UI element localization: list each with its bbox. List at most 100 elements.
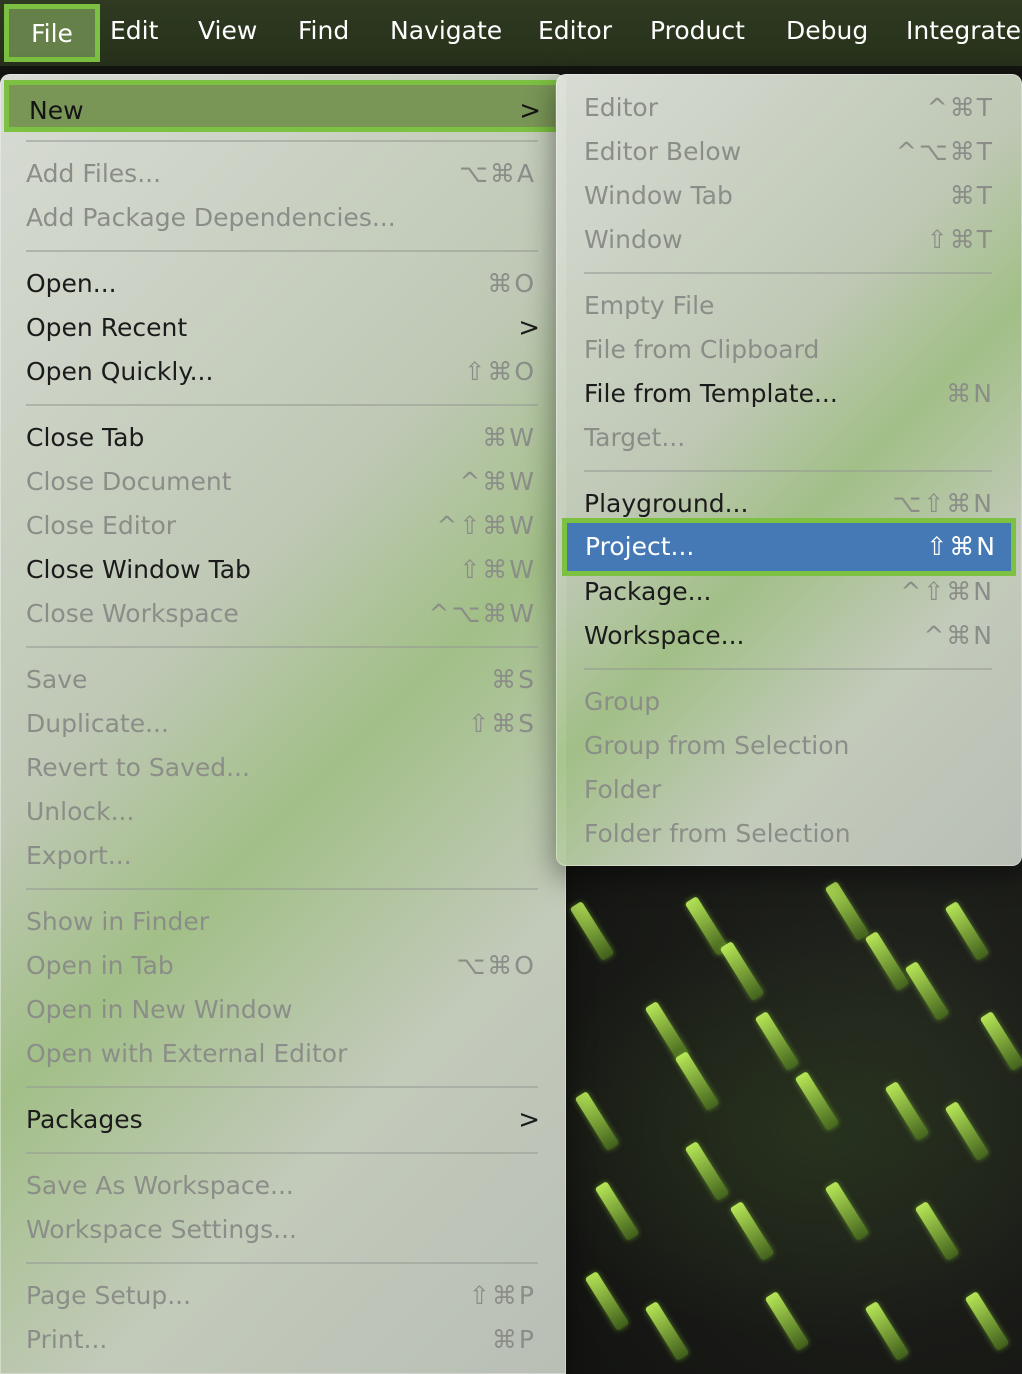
wallpaper-shard (979, 1011, 1022, 1071)
menu-item-label: Package... (584, 577, 712, 606)
menu-item-label: Open in Tab (26, 951, 174, 980)
submenu-item-file-from-clipboard[interactable]: File from Clipboard (556, 328, 1022, 372)
submenu-item-window[interactable]: Window ⇧⌘T (556, 218, 1022, 262)
menu-item-close-window-tab[interactable]: Close Window Tab ⇧⌘W (0, 548, 566, 592)
menu-item-label: Open in New Window (26, 995, 293, 1024)
menu-item-label: Save (26, 665, 88, 694)
menu-item-shortcut: ⇧⌘O (464, 357, 536, 386)
menu-item-label: Packages (26, 1105, 143, 1134)
menu-item-open-recent[interactable]: Open Recent > (0, 306, 566, 350)
wallpaper-shard (644, 1301, 690, 1361)
wallpaper-shard (794, 1071, 840, 1131)
menu-separator (584, 272, 992, 274)
menu-item-shortcut: ⌘P (491, 1325, 536, 1354)
menubar-view[interactable]: View (198, 6, 257, 56)
menu-item-label: Page Setup... (26, 1281, 192, 1310)
menu-item-print[interactable]: Print... ⌘P (0, 1318, 566, 1362)
menu-item-close-editor[interactable]: Close Editor ^⇧⌘W (0, 504, 566, 548)
new-submenu: Editor ^⌘T Editor Below ^⌥⌘T Window Tab … (556, 74, 1022, 866)
menubar-debug[interactable]: Debug (786, 6, 868, 56)
menu-separator (26, 646, 538, 648)
file-menu: New > Add Files... ⌥⌘A Add Package Depen… (0, 74, 566, 1374)
menu-item-add-package-dependencies[interactable]: Add Package Dependencies... (0, 196, 566, 240)
menu-item-shortcut: ⌘N (946, 379, 994, 408)
submenu-item-package[interactable]: Package... ^⇧⌘N (556, 570, 1022, 614)
menu-item-label: File from Clipboard (584, 335, 820, 364)
wallpaper-shard (914, 1201, 960, 1261)
submenu-item-group[interactable]: Group (556, 680, 1022, 724)
menu-item-close-workspace[interactable]: Close Workspace ^⌥⌘W (0, 592, 566, 636)
menubar-edit[interactable]: Edit (110, 6, 158, 56)
menubar-editor[interactable]: Editor (538, 6, 612, 56)
menu-item-label: Folder (584, 775, 662, 804)
menu-item-show-in-finder[interactable]: Show in Finder (0, 900, 566, 944)
submenu-item-editor[interactable]: Editor ^⌘T (556, 86, 1022, 130)
submenu-item-folder[interactable]: Folder (556, 768, 1022, 812)
menu-item-label: Close Tab (26, 423, 145, 452)
menu-item-unlock[interactable]: Unlock... (0, 790, 566, 834)
menu-item-label: File from Template... (584, 379, 838, 408)
chevron-right-icon: > (519, 96, 541, 126)
menu-separator (26, 250, 538, 252)
menu-separator (26, 888, 538, 890)
menu-item-label: Editor (584, 93, 658, 122)
menu-item-open-in-new-window[interactable]: Open in New Window (0, 988, 566, 1032)
menu-item-open-in-tab[interactable]: Open in Tab ⌥⌘O (0, 944, 566, 988)
submenu-item-editor-below[interactable]: Editor Below ^⌥⌘T (556, 130, 1022, 174)
wallpaper-shard (904, 961, 950, 1021)
menu-item-label: Show in Finder (26, 907, 210, 936)
menu-item-shortcut: ⌘S (491, 665, 536, 694)
menu-item-export[interactable]: Export... (0, 834, 566, 878)
menu-item-shortcut: ⌘W (482, 423, 536, 452)
menu-item-open-with-external-editor[interactable]: Open with External Editor (0, 1032, 566, 1076)
menu-item-label: Close Editor (26, 511, 177, 540)
submenu-item-file-from-template[interactable]: File from Template... ⌘N (556, 372, 1022, 416)
menu-item-open-quickly[interactable]: Open Quickly... ⇧⌘O (0, 350, 566, 394)
menu-item-label: Folder from Selection (584, 819, 851, 848)
menu-item-workspace-settings[interactable]: Workspace Settings... (0, 1208, 566, 1252)
wallpaper-shard (864, 931, 910, 991)
submenu-item-empty-file[interactable]: Empty File (556, 284, 1022, 328)
menu-item-add-files[interactable]: Add Files... ⌥⌘A (0, 152, 566, 196)
menu-item-duplicate[interactable]: Duplicate... ⇧⌘S (0, 702, 566, 746)
menu-item-shortcut: ⌘T (949, 181, 994, 210)
menubar-file[interactable]: File (4, 4, 100, 62)
wallpaper-shard (884, 1081, 930, 1141)
menu-item-label: Open with External Editor (26, 1039, 348, 1068)
menu-item-save[interactable]: Save ⌘S (0, 658, 566, 702)
menu-item-label: Window (584, 225, 683, 254)
menu-item-close-document[interactable]: Close Document ^⌘W (0, 460, 566, 504)
menu-item-new[interactable]: New > (4, 80, 560, 132)
submenu-item-workspace[interactable]: Workspace... ^⌘N (556, 614, 1022, 658)
menu-item-save-as-workspace[interactable]: Save As Workspace... (0, 1164, 566, 1208)
menu-item-revert-to-saved[interactable]: Revert to Saved... (0, 746, 566, 790)
menu-item-close-tab[interactable]: Close Tab ⌘W (0, 416, 566, 460)
menu-separator (26, 1152, 538, 1154)
submenu-item-window-tab[interactable]: Window Tab ⌘T (556, 174, 1022, 218)
wallpaper-shard (574, 1091, 620, 1151)
menubar-product[interactable]: Product (650, 6, 745, 56)
menu-item-label: Add Package Dependencies... (26, 203, 396, 232)
menu-item-label: Close Workspace (26, 599, 239, 628)
menu-separator (26, 1086, 538, 1088)
submenu-item-group-from-selection[interactable]: Group from Selection (556, 724, 1022, 768)
menu-item-label: Target... (584, 423, 686, 452)
menu-item-open[interactable]: Open... ⌘O (0, 262, 566, 306)
submenu-item-folder-from-selection[interactable]: Folder from Selection (556, 812, 1022, 856)
menu-item-shortcut: ^⇧⌘W (436, 511, 536, 540)
menu-separator (26, 1262, 538, 1264)
wallpaper-shard (674, 1051, 720, 1111)
submenu-item-target[interactable]: Target... (556, 416, 1022, 460)
menu-item-shortcut: ^⌥⌘T (895, 137, 994, 166)
menu-item-packages[interactable]: Packages > (0, 1098, 566, 1142)
menubar-navigate[interactable]: Navigate (390, 6, 502, 56)
menubar-find[interactable]: Find (298, 6, 349, 56)
menu-item-label: Open Quickly... (26, 357, 214, 386)
menu-item-label: Duplicate... (26, 709, 169, 738)
menu-item-label: Window Tab (584, 181, 733, 210)
menu-item-page-setup[interactable]: Page Setup... ⇧⌘P (0, 1274, 566, 1318)
menu-item-label: Group (584, 687, 661, 716)
submenu-item-project[interactable]: Project... ⇧⌘N (562, 518, 1016, 576)
menubar-integrate[interactable]: Integrate (906, 6, 1021, 56)
menu-item-label: Export... (26, 841, 132, 870)
